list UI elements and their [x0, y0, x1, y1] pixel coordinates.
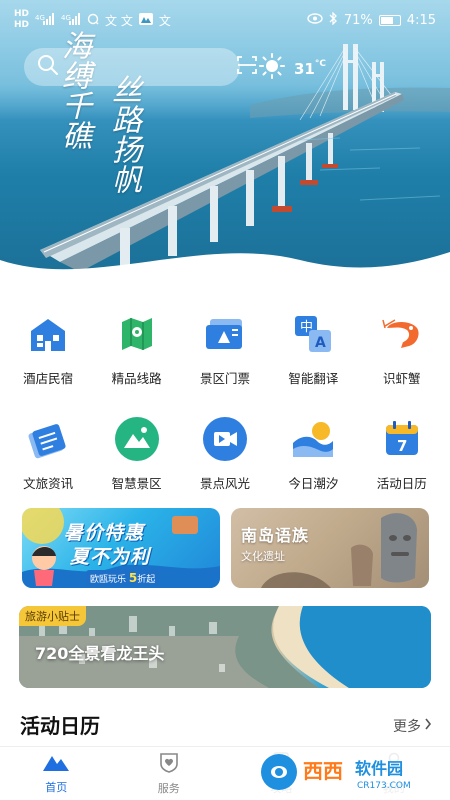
grid-item-label: 智慧景区	[111, 476, 162, 491]
hd-badge: HD	[14, 20, 30, 30]
svg-text:4G: 4G	[35, 14, 45, 22]
grid-item-scenery-video[interactable]: 景点风光	[183, 415, 267, 492]
hero-slogan-right: 丝路扬帆	[106, 74, 141, 194]
grid-item-route[interactable]: 精品线路	[95, 310, 179, 387]
promo-tag: 欧瓯玩乐 5折起	[86, 570, 160, 586]
grid-item-label: 今日潮汐	[288, 476, 339, 491]
svg-text:4G: 4G	[61, 14, 71, 22]
news-icon	[24, 415, 72, 463]
app-notification-icon	[138, 12, 153, 28]
watermark-url: CR173.COM	[357, 781, 411, 791]
sun-icon	[258, 52, 286, 84]
grid-item-news[interactable]: 文旅资讯	[6, 415, 90, 492]
grid-item-label: 精品线路	[111, 371, 162, 386]
app-screen: 海缚千礁 丝路扬帆 HD HD 4G 4G 文 文 文 71% 4:15 31°…	[0, 0, 450, 800]
watermark-name: 软件园	[355, 759, 403, 778]
tab-label: 服务	[157, 782, 180, 795]
bluetooth-icon	[329, 10, 338, 29]
service-grid-row: 文旅资讯 智慧景区 景点风光 今日潮汐 7 活动日历	[0, 415, 450, 492]
promo-line1: 暑价特惠	[64, 522, 145, 544]
calendar-icon: 7	[378, 415, 426, 463]
temperature-value: 31	[294, 59, 315, 78]
grid-item-translate[interactable]: 中A 智能翻译	[271, 310, 355, 387]
grid-item-calendar[interactable]: 7 活动日历	[360, 415, 444, 492]
site-watermark: 西西 软件园 CR173.COM	[255, 750, 440, 794]
battery-icon	[378, 14, 401, 26]
grid-item-label: 文旅资讯	[23, 476, 74, 491]
search-input[interactable]	[66, 59, 236, 75]
status-bar: HD HD 4G 4G 文 文 文 71% 4:15	[0, 0, 450, 40]
service-grid-row: 酒店民宿 精品线路 景区门票 中A 智能翻译 识虾蟹	[0, 310, 450, 387]
grid-item-label: 识虾蟹	[382, 371, 421, 386]
more-label: 更多	[393, 719, 421, 735]
grid-item-label: 智能翻译	[288, 371, 339, 386]
panorama-title: 720全景看龙王头	[35, 644, 165, 663]
chevron-right-icon	[424, 718, 432, 734]
message-icon	[87, 13, 99, 28]
grid-item-label: 活动日历	[376, 476, 427, 491]
grid-item-smart-scenic[interactable]: 智慧景区	[95, 415, 179, 492]
translate-glyph-zh: 中	[300, 320, 313, 335]
hd-badge: HD	[14, 9, 30, 19]
clock-time: 4:15	[406, 12, 436, 28]
grid-item-label: 酒店民宿	[23, 371, 74, 386]
search-bar[interactable]	[24, 48, 257, 86]
notification-text: 文	[158, 13, 171, 28]
tide-icon	[289, 415, 337, 463]
eye-icon	[307, 12, 323, 28]
translate-icon: 中A	[289, 310, 337, 358]
map-route-icon	[113, 310, 161, 358]
notification-text: 文 文	[105, 13, 133, 28]
promo-line2: 夏不为利	[70, 546, 151, 568]
culture-title: 南岛语族	[241, 526, 310, 545]
grid-item-label: 景区门票	[199, 371, 250, 386]
translate-glyph-en: A	[315, 335, 326, 351]
culture-site-banner[interactable]: 南岛语族 文化遗址	[231, 508, 429, 588]
grid-item-label: 景点风光	[199, 476, 250, 491]
signal-icon: 4G	[35, 12, 55, 28]
tips-tag: 旅游小贴士	[19, 606, 86, 626]
service-shield-icon	[158, 751, 180, 776]
tab-home[interactable]: 首页	[0, 747, 113, 800]
calendar-day: 7	[397, 437, 407, 455]
home-mountain-icon	[42, 752, 70, 775]
more-link[interactable]: 更多	[393, 716, 432, 736]
ticket-icon	[201, 310, 249, 358]
watermark-brand: 西西	[303, 759, 343, 783]
service-grid: 酒店民宿 精品线路 景区门票 中A 智能翻译 识虾蟹 文旅资讯 智慧景区 景点风…	[0, 310, 450, 520]
weather-widget[interactable]: 31°C	[258, 52, 326, 84]
search-icon[interactable]	[36, 53, 60, 81]
smart-scenic-icon	[113, 415, 161, 463]
grid-item-hotel[interactable]: 酒店民宿	[6, 310, 90, 387]
battery-percent: 71%	[343, 12, 373, 28]
tab-label: 首页	[45, 781, 68, 794]
grid-item-shrimp[interactable]: 识虾蟹	[360, 310, 444, 387]
summer-promo-banner[interactable]: 暑价特惠 夏不为利 欧瓯玩乐 5折起	[22, 508, 220, 588]
signal-icon: 4G	[61, 12, 81, 28]
panorama-banner[interactable]: 旅游小贴士 720全景看龙王头	[19, 606, 431, 688]
shrimp-icon	[378, 310, 426, 358]
section-title-activity-calendar: 活动日历	[20, 714, 100, 738]
hero-wave-divider	[0, 252, 450, 290]
culture-subtitle: 文化遗址	[241, 550, 285, 563]
hero-banner[interactable]: 海缚千礁 丝路扬帆	[0, 0, 450, 290]
temperature-unit: °C	[314, 58, 326, 69]
tab-service[interactable]: 服务	[113, 747, 226, 800]
video-icon	[201, 415, 249, 463]
grid-item-ticket[interactable]: 景区门票	[183, 310, 267, 387]
scan-icon[interactable]	[236, 55, 258, 79]
grid-item-tide[interactable]: 今日潮汐	[271, 415, 355, 492]
hotel-icon	[24, 310, 72, 358]
